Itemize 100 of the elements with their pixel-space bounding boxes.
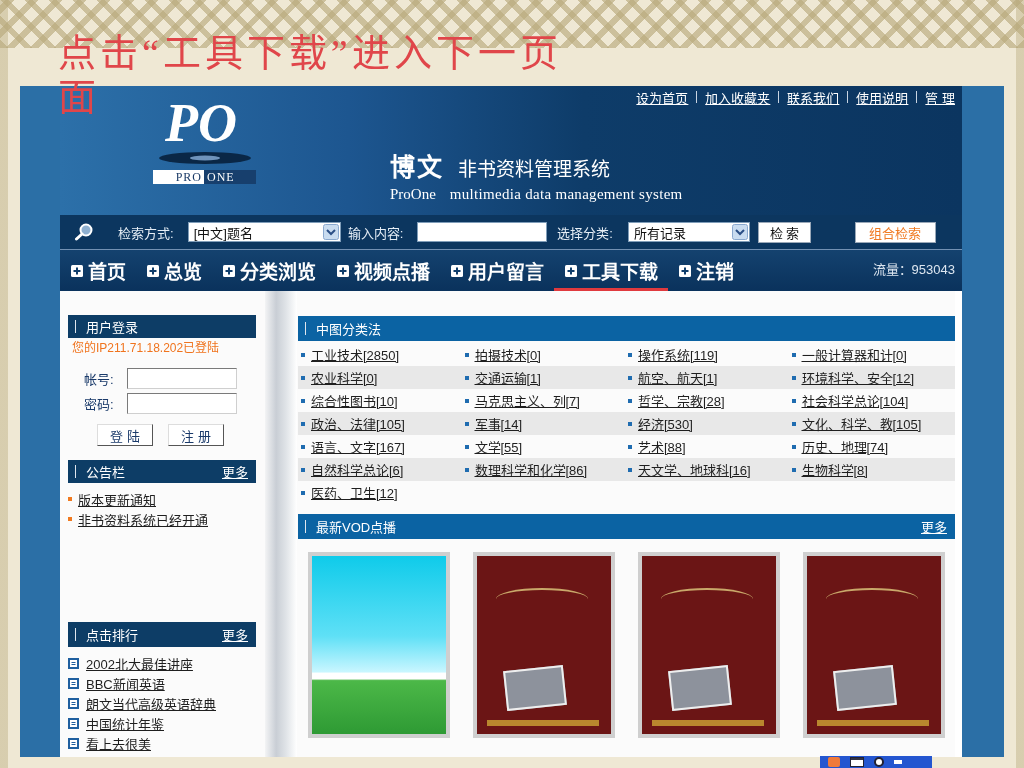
- more-link[interactable]: 更多: [921, 517, 947, 536]
- bullet-icon: [301, 490, 305, 495]
- nav-tab[interactable]: 分类浏览: [212, 250, 326, 291]
- bullet-icon: [301, 467, 305, 472]
- search-input[interactable]: [417, 222, 548, 242]
- field-label: 选择分类:: [557, 224, 613, 242]
- category-link[interactable]: 政治、法律[105]: [311, 414, 405, 433]
- bullet-icon: [628, 375, 632, 380]
- notice-link[interactable]: 版本更新通知: [78, 489, 156, 509]
- category-link[interactable]: 生物科学[8]: [801, 460, 868, 479]
- category-link[interactable]: 数理科学和化学[86]: [474, 460, 588, 479]
- ranking-link[interactable]: 中国统计年鉴: [86, 713, 164, 733]
- nav-tab[interactable]: 用户留言: [440, 250, 554, 291]
- disc-icon: [159, 152, 251, 164]
- select-field[interactable]: [中文]题名: [187, 222, 341, 242]
- chevron-down-icon: [731, 224, 748, 240]
- category-link[interactable]: 自然科学总论[6]: [311, 460, 404, 479]
- category-link[interactable]: 农业科学[0]: [311, 368, 378, 387]
- plus-square-icon: [678, 264, 691, 277]
- bullet-icon: [464, 352, 469, 357]
- bullet-icon: [791, 421, 796, 426]
- chevron-down-icon: [322, 224, 339, 240]
- category-link[interactable]: 文化、科学、教[105]: [801, 414, 922, 433]
- logo-badge: PRO: [153, 170, 204, 184]
- input-field[interactable]: [127, 368, 237, 389]
- register-button[interactable]: 注 册: [168, 424, 224, 446]
- category-link[interactable]: 经济[530]: [638, 414, 693, 433]
- nav-tab[interactable]: 视频点播: [326, 250, 440, 291]
- bullet-icon: [628, 444, 632, 449]
- category-link[interactable]: 天文学、地球科[16]: [638, 460, 751, 479]
- more-link[interactable]: 更多: [222, 625, 248, 644]
- top-link[interactable]: 管 理: [917, 87, 955, 107]
- ranking-link[interactable]: BBC新闻英语: [86, 673, 165, 693]
- category-link[interactable]: 马克思主义、列[7]: [474, 391, 580, 410]
- window-icon[interactable]: [850, 757, 864, 767]
- dvd-cover-drawing[interactable]: [473, 552, 615, 738]
- nav-tab[interactable]: 首页: [60, 250, 136, 291]
- top-link[interactable]: 联系我们: [779, 87, 848, 107]
- plus-square-icon: [70, 264, 83, 277]
- plus-square-icon: [564, 264, 577, 277]
- field-label: 密码:: [84, 396, 115, 413]
- bullet-icon: [464, 375, 469, 380]
- section-title: 最新VOD点播: [316, 519, 397, 536]
- circle-icon[interactable]: [874, 757, 884, 767]
- category-link[interactable]: 社会科学总论[104]: [801, 391, 909, 410]
- bullet-icon: [791, 352, 796, 357]
- ranking-link[interactable]: 2002北大最佳讲座: [86, 653, 193, 673]
- category-link[interactable]: 操作系统[119]: [638, 345, 718, 364]
- dvd-cover-drawing[interactable]: [803, 552, 945, 738]
- bullet-icon: [791, 398, 796, 403]
- category-link[interactable]: 哲学、宗教[28]: [638, 391, 725, 410]
- category-link[interactable]: 航空、航天[1]: [638, 368, 718, 387]
- dvd-cover-drawing[interactable]: [638, 552, 780, 738]
- field-label: 帐号:: [84, 371, 115, 388]
- document-icon: [68, 697, 79, 709]
- ranking-link[interactable]: 看上去很美: [86, 733, 151, 753]
- more-link[interactable]: 更多: [222, 462, 248, 481]
- category-link[interactable]: 艺术[88]: [638, 437, 686, 456]
- plus-square-icon: [450, 264, 463, 277]
- category-link[interactable]: 工业技术[2850]: [311, 345, 400, 364]
- bullet-icon: [628, 421, 632, 426]
- input-field[interactable]: [127, 393, 237, 414]
- nav-tab[interactable]: 总览: [136, 250, 212, 291]
- category-link[interactable]: 一般计算器和计[0]: [801, 345, 907, 364]
- category-link[interactable]: 医药、卫生[12]: [311, 483, 398, 502]
- category-link[interactable]: 语言、文字[167]: [311, 437, 405, 456]
- bullet-icon: [464, 398, 469, 403]
- select-field[interactable]: 所有记录: [627, 222, 750, 242]
- category-link[interactable]: 综合性图书[10]: [311, 391, 398, 410]
- ranking-link[interactable]: 朗文当代高级英语辞典: [86, 693, 216, 713]
- document-icon: [68, 657, 79, 669]
- bullet-icon: [301, 444, 305, 449]
- category-link[interactable]: 历史、地理[74]: [801, 437, 889, 456]
- search-icon: [74, 223, 94, 241]
- field-label: 检索方式:: [118, 224, 174, 242]
- category-link[interactable]: 交通运输[1]: [474, 368, 541, 387]
- top-link[interactable]: 加入收藏夹: [697, 87, 779, 107]
- section-title: 用户登录: [86, 319, 138, 336]
- top-link[interactable]: 使用说明: [848, 87, 917, 107]
- category-link[interactable]: 文学[55]: [474, 437, 523, 456]
- category-link[interactable]: 环境科学、安全[12]: [801, 368, 915, 387]
- login-button[interactable]: 登 陆: [97, 424, 153, 446]
- document-icon: [68, 717, 79, 729]
- subtitle-brand: ProOne: [390, 185, 436, 203]
- brand-name: 博文: [390, 154, 444, 182]
- bullet-icon: [301, 398, 305, 403]
- category-link[interactable]: 拍摄技术[0]: [474, 345, 541, 364]
- traffic-counter: 流量：953043: [872, 261, 956, 279]
- document-icon: [68, 677, 79, 689]
- notice-link[interactable]: 非书资料系统已经开通: [78, 509, 208, 529]
- section-title: 中图分类法: [316, 321, 381, 338]
- photo-placeholder[interactable]: [308, 552, 450, 738]
- nav-tab[interactable]: 注销: [668, 250, 744, 291]
- search-button[interactable]: 检 索: [757, 221, 811, 243]
- bullet-icon: [628, 352, 632, 357]
- top-link[interactable]: 设为首页: [628, 87, 697, 107]
- section-title: 点击排行: [86, 627, 138, 644]
- subtitle: multimedia data management system: [449, 185, 683, 203]
- category-link[interactable]: 军事[14]: [474, 414, 523, 433]
- document-icon: [68, 737, 79, 749]
